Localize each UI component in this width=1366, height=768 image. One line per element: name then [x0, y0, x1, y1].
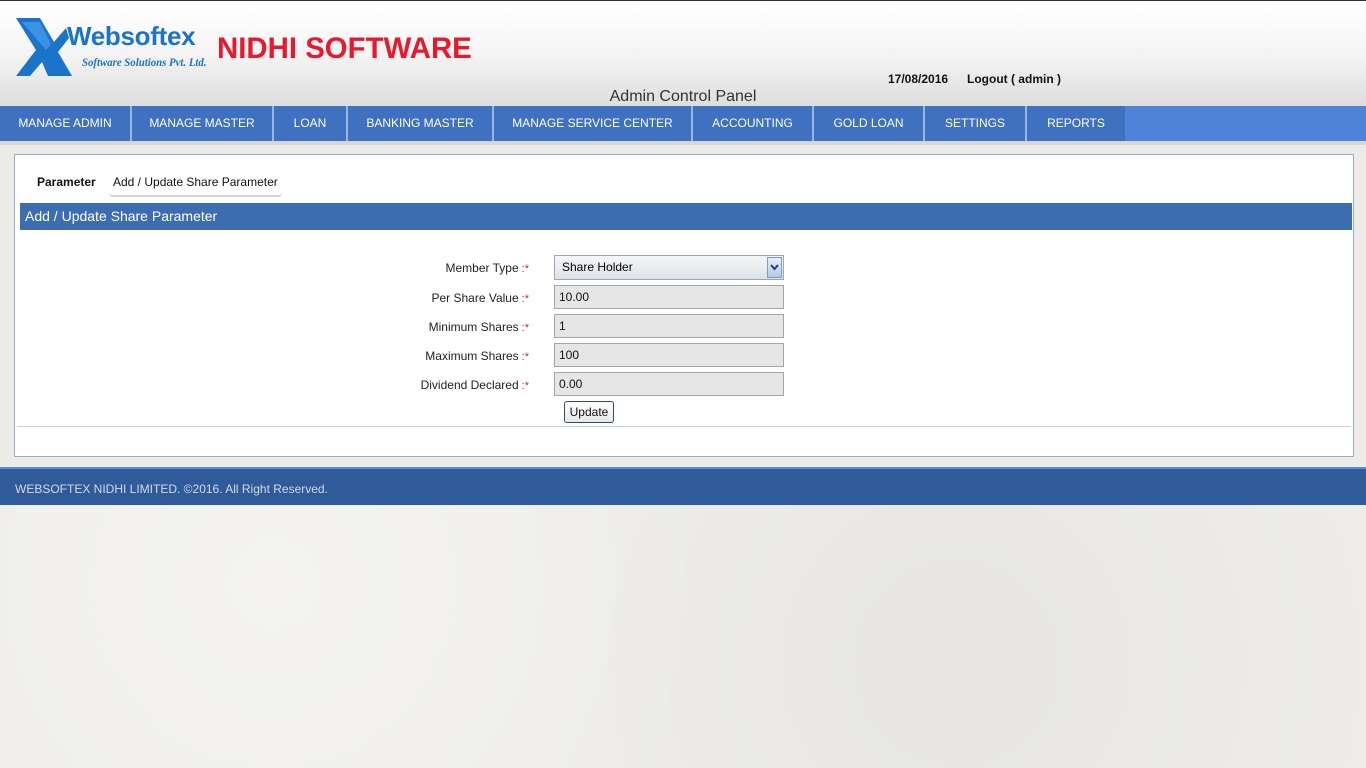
nav-item-settings[interactable]: SETTINGS	[925, 106, 1027, 141]
nav-item-reports[interactable]: REPORTS	[1027, 106, 1125, 141]
product-name: NIDHI SOFTWARE	[217, 32, 472, 65]
maximum-shares-input[interactable]	[554, 343, 784, 367]
maximum-shares-label: Maximum Shares:*	[425, 349, 529, 363]
required-marker: :*	[521, 351, 529, 363]
page-background	[0, 505, 1366, 768]
tab-add-update-share-parameter[interactable]: Add / Update Share Parameter	[109, 171, 282, 197]
footer: WEBSOFTEX NIDHI LIMITED. ©2016. All Righ…	[0, 467, 1366, 505]
minimum-shares-label: Minimum Shares:*	[428, 320, 529, 334]
dividend-declared-input[interactable]	[554, 372, 784, 396]
content-panel: Parameter Add / Update Share Parameter A…	[14, 154, 1354, 457]
panel-title: Admin Control Panel	[609, 88, 757, 105]
chevron-down-icon[interactable]	[767, 257, 782, 278]
brand-name: Websoftex	[67, 21, 196, 51]
main-nav: MANAGE ADMIN MANAGE MASTER LOAN BANKING …	[0, 106, 1366, 141]
nav-divider	[0, 141, 1366, 145]
current-date: 17/08/2016	[888, 72, 949, 86]
required-marker: :*	[521, 322, 529, 334]
logout-link[interactable]: Logout ( admin )	[967, 72, 1061, 86]
required-marker: :*	[521, 293, 529, 305]
per-share-value-label: Per Share Value:*	[431, 291, 529, 305]
nav-item-manage-admin[interactable]: MANAGE ADMIN	[0, 106, 132, 141]
nav-item-banking-master[interactable]: BANKING MASTER	[348, 106, 494, 141]
header: Websoftex Software Solutions Pvt. Ltd. N…	[0, 0, 1366, 106]
member-type-label: Member Type:*	[445, 261, 530, 275]
member-type-select[interactable]: Share Holder	[554, 255, 784, 280]
nav-item-manage-service-center[interactable]: MANAGE SERVICE CENTER	[494, 106, 693, 141]
nav-item-loan[interactable]: LOAN	[274, 106, 348, 141]
form-container: Parameter Add / Update Share Parameter A…	[17, 157, 1352, 427]
required-marker: :*	[521, 380, 529, 392]
section-title: Add / Update Share Parameter	[20, 203, 1352, 230]
member-type-value: Share Holder	[562, 260, 633, 274]
required-marker: :*	[521, 263, 529, 275]
tab-group-label: Parameter	[37, 175, 96, 189]
per-share-value-input[interactable]	[554, 285, 784, 309]
nav-item-accounting[interactable]: ACCOUNTING	[693, 106, 814, 141]
nav-item-manage-master[interactable]: MANAGE MASTER	[132, 106, 274, 141]
brand-subtitle: Software Solutions Pvt. Ltd.	[82, 55, 207, 69]
update-button[interactable]: Update	[564, 401, 614, 423]
nav-item-gold-loan[interactable]: GOLD LOAN	[814, 106, 925, 141]
dividend-declared-label: Dividend Declared:*	[420, 378, 529, 392]
copyright-text: WEBSOFTEX NIDHI LIMITED. ©2016. All Righ…	[15, 482, 328, 496]
minimum-shares-input[interactable]	[554, 314, 784, 338]
